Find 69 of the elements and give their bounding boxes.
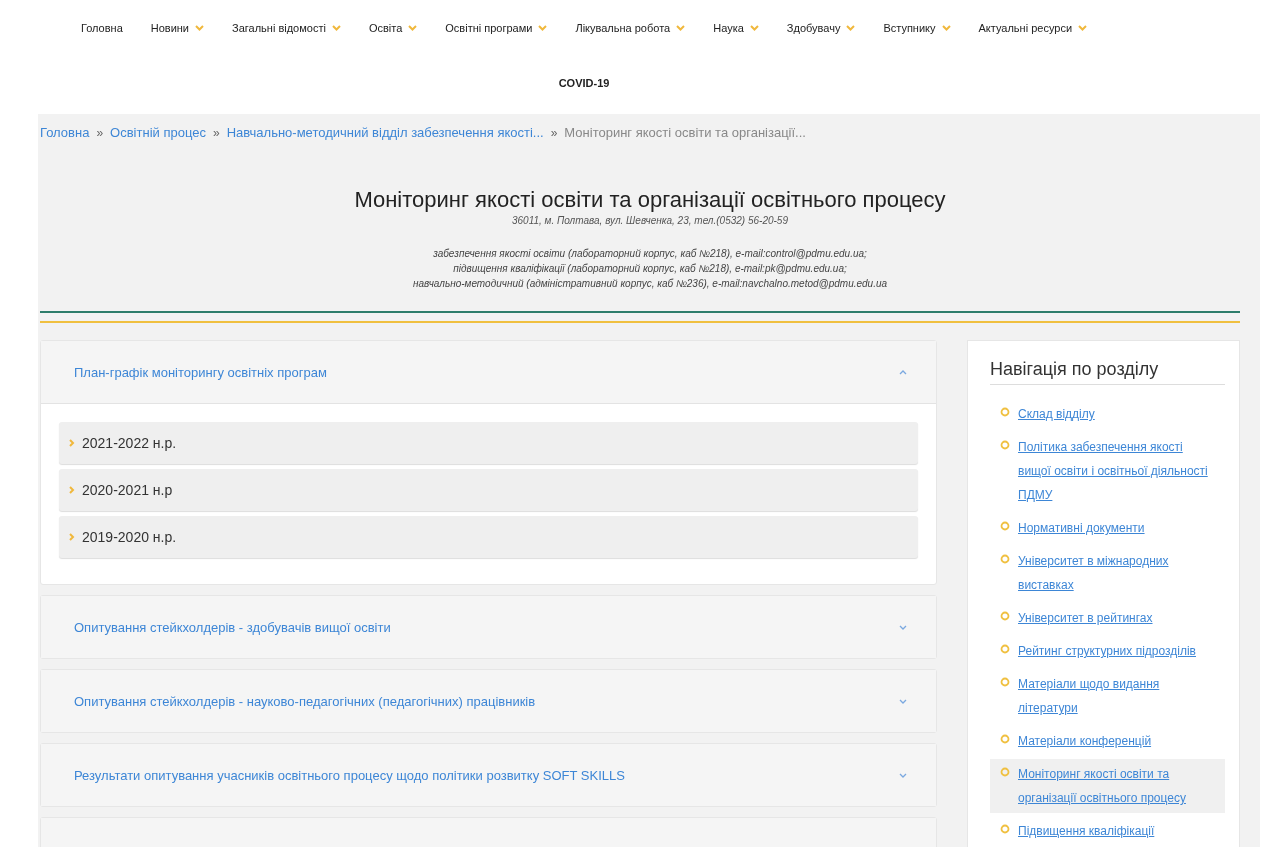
contact-line: підвищення кваліфікації (лабораторний корпус, каб №218), e-mail:pk@pdmu.edu.ua;	[453, 263, 847, 274]
sub-accordion-item[interactable]: 2020-2021 н.р	[59, 469, 918, 511]
item-label: 2020-2021 н.р	[82, 482, 173, 498]
sidebar-link[interactable]: Матеріали щодо видання літератури	[1018, 672, 1215, 720]
caret-icon	[846, 25, 856, 31]
breadcrumb-link[interactable]: Навчально-методичний відділ забезпечення якості...	[226, 125, 544, 140]
breadcrumb-separator: »	[96, 125, 104, 140]
caret-icon	[1078, 25, 1088, 31]
chevron-icon	[69, 486, 76, 494]
caret-icon	[408, 25, 418, 31]
menu-item[interactable]: Загальні відомості	[218, 4, 355, 52]
address-text: 36011, м. Полтава, вул. Шевченка, 23, тел.(0532) 56-20-59	[511, 215, 789, 226]
item-label: 2021-2022 н.р.	[82, 435, 177, 451]
sidebar-link[interactable]: Склад відділу	[1018, 402, 1095, 426]
chevron-icon	[898, 368, 908, 376]
caret-icon	[749, 25, 759, 31]
sidebar-link[interactable]: Університет в міжнародних виставках	[1018, 549, 1215, 597]
caret-icon	[538, 25, 548, 31]
chevron-icon	[898, 623, 908, 631]
circle-bullet-icon	[1000, 824, 1010, 834]
sub-accordion-item[interactable]: 2019-2020 н.р.	[59, 516, 918, 558]
menu-item[interactable]: COVID-19	[50, 52, 1118, 114]
circle-bullet-icon	[1000, 734, 1010, 744]
contact-line: навчально-методичний (адміністративний корпус, каб №236), e-mail:navchalno.metod@pdmu.edu.ua	[412, 278, 888, 289]
menu-item[interactable]: Освітні програми	[431, 4, 562, 52]
page-title: Моніторинг якості освіти та організації освітнього процесу	[353, 187, 947, 213]
sub-accordion-item[interactable]: 2021-2022 н.р.	[59, 422, 918, 464]
breadcrumb-link[interactable]: Освітній процес	[110, 125, 206, 140]
menu-item[interactable]: Здобувачу	[772, 4, 870, 52]
circle-bullet-icon	[1000, 440, 1010, 450]
item-label: 2019-2020 н.р.	[82, 529, 177, 545]
menu-item[interactable]: Вступнику	[869, 4, 965, 52]
circle-bullet-icon	[1000, 521, 1010, 531]
caret-icon	[676, 25, 686, 31]
chevron-icon	[898, 771, 908, 779]
caret-icon	[331, 25, 341, 31]
menu-item[interactable]: Головна	[66, 4, 137, 52]
menu-item[interactable]: Лікувальна робота	[561, 4, 700, 52]
accordion-header[interactable]: План-графік моніторингу освітніх програм	[41, 341, 936, 404]
chevron-icon	[69, 439, 76, 447]
menu-item[interactable]: Освіта	[354, 4, 432, 52]
circle-bullet-icon	[1000, 644, 1010, 654]
breadcrumb-link[interactable]: Головна	[40, 125, 90, 140]
sidebar-link[interactable]: Матеріали конференцій	[1018, 729, 1152, 753]
circle-bullet-icon	[1000, 767, 1010, 777]
circle-bullet-icon	[1000, 611, 1010, 621]
accordion-header[interactable]: Результати опитування учасників освітнього процесу щодо політики розвитку SOFT SKILLS	[41, 744, 936, 806]
sidebar-title: Навігація по розділу	[990, 351, 1225, 385]
caret-icon	[941, 25, 951, 31]
chevron-icon	[898, 697, 908, 705]
sidebar-link[interactable]: Нормативні документи	[1018, 516, 1145, 540]
current-page-label: Моніторинг якості освіти та організації...	[564, 125, 806, 140]
sidebar-link[interactable]: Політика забезпечення якості вищої освіти і освітньої діяльності ПДМУ	[1018, 435, 1215, 507]
menu-item[interactable]: Актуальні ресурси	[964, 4, 1102, 52]
breadcrumb-separator: »	[212, 125, 220, 140]
sidebar-link[interactable]: Підвищення кваліфікації	[1018, 819, 1155, 843]
accordion-header[interactable]: Опитування стейкхолдерів - науково-педагогічних (педагогічних) працівників	[41, 670, 936, 732]
sidebar-link[interactable]: Університет в рейтингах	[1018, 606, 1153, 630]
circle-bullet-icon	[1000, 677, 1010, 687]
chevron-icon	[69, 533, 76, 541]
caret-icon	[195, 25, 205, 31]
menu-item[interactable]: Наука	[699, 4, 773, 52]
menu-item[interactable]: Новини	[136, 4, 219, 52]
circle-bullet-icon	[1000, 554, 1010, 564]
sidebar-link[interactable]: Рейтинг структурних підрозділів	[1018, 639, 1196, 663]
accordion-header[interactable]: Опитування стейкхолдерів - здобувачів вищої освіти	[41, 596, 936, 658]
breadcrumb-separator: »	[550, 125, 558, 140]
contact-line: забезпечення якості освіти (лабораторний корпус, каб №218), e-mail:control@pdmu.edu.ua;	[433, 248, 867, 259]
circle-bullet-icon	[1000, 407, 1010, 417]
